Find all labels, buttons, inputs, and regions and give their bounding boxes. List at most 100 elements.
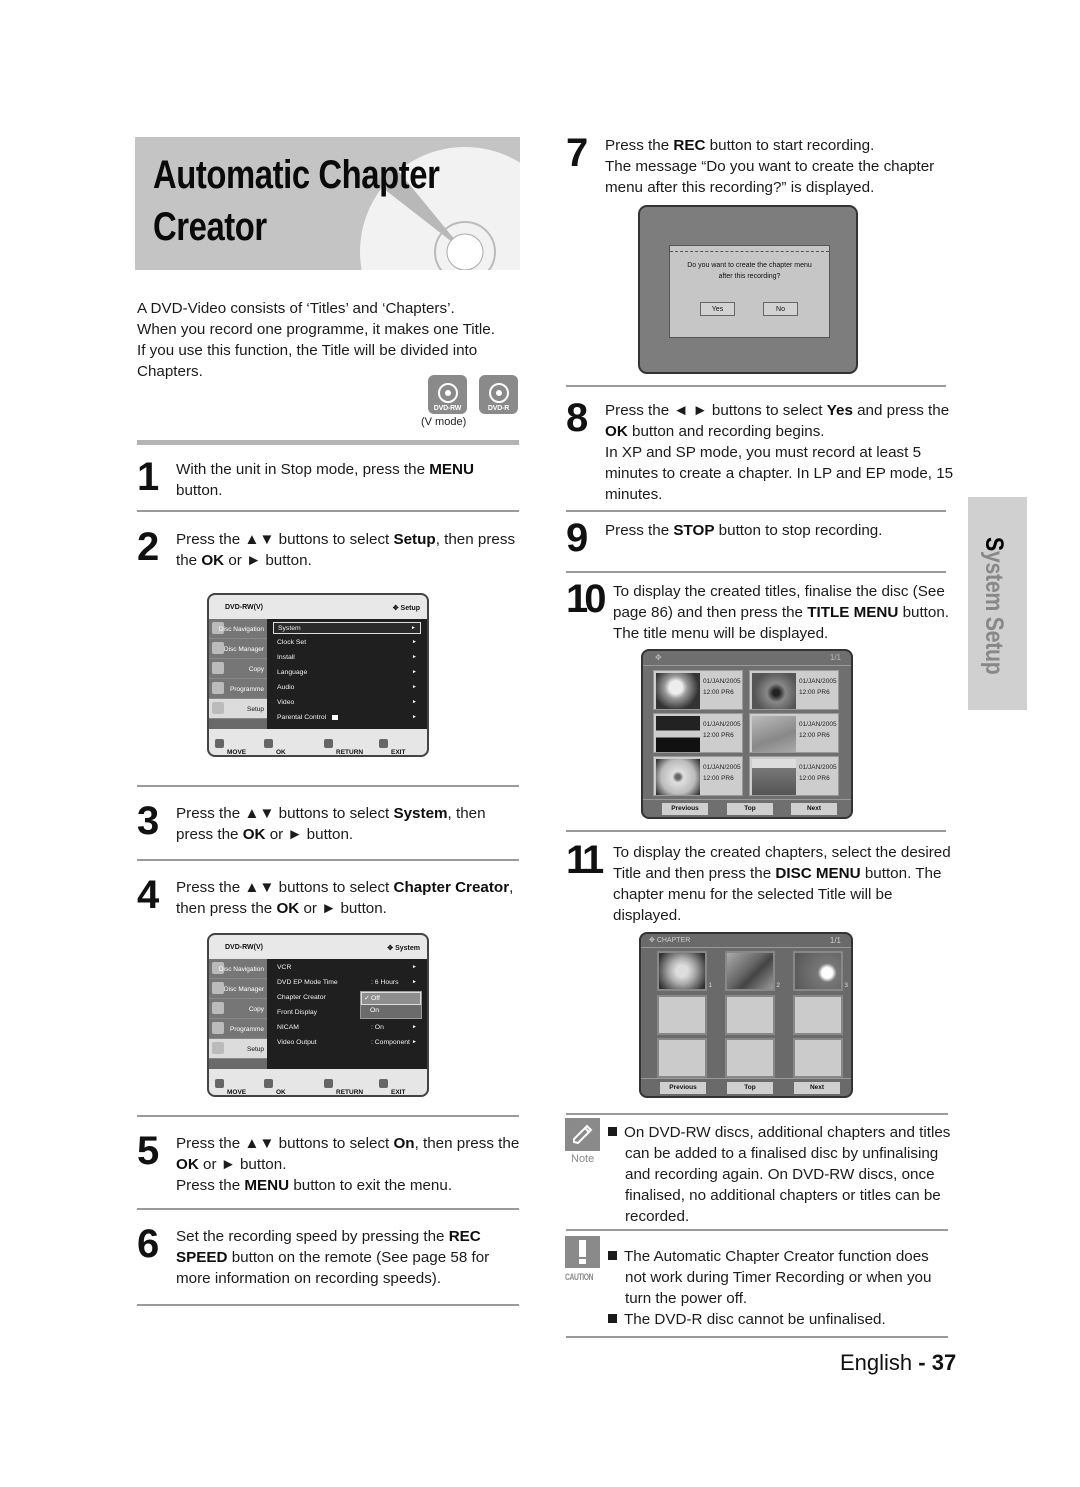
- menu-item-language[interactable]: Language ►: [273, 667, 421, 679]
- dialog-message: Do you want to create the chapter menu af…: [687, 262, 812, 280]
- menu-item-video-output[interactable]: Video Output: Component ►: [273, 1037, 421, 1049]
- next-button[interactable]: Next: [794, 1082, 840, 1094]
- chapter-menu-label: ✥ CHAPTER: [649, 937, 691, 944]
- section-label: ✥ Setup: [392, 605, 420, 612]
- title-item[interactable]: 01/JAN/2005 12:00 PR6: [749, 670, 839, 710]
- yes-button[interactable]: Yes: [700, 302, 735, 316]
- disc-type-label: DVD-RW(V): [225, 604, 263, 611]
- arrow-right-icon: ►: [412, 669, 417, 675]
- note-pencil-icon: [565, 1118, 600, 1151]
- menu-item-install[interactable]: Install ►: [273, 652, 421, 664]
- divider: [137, 859, 519, 861]
- empty-chapter-slot: [793, 1038, 843, 1078]
- osd-sidebar: Disc Navigation Disc Manager Copy Progra…: [209, 959, 267, 1071]
- arrow-right-icon: ►: [412, 979, 417, 985]
- title-banner: Automatic Chapter Creator: [135, 137, 520, 270]
- disc-manager-icon: [212, 982, 224, 994]
- menu-item-video[interactable]: Video ►: [273, 697, 421, 709]
- title-item[interactable]: 01/JAN/2005 12:00 PR6: [653, 670, 743, 710]
- top-button[interactable]: Top: [727, 1082, 773, 1094]
- divider: [137, 785, 519, 787]
- empty-chapter-slot: [725, 1038, 775, 1078]
- chapter-item[interactable]: 2: [725, 951, 780, 991]
- chapter-menu-dialog: Do you want to create the chapter menu af…: [669, 245, 830, 338]
- section-tab-label: System Setup: [980, 537, 1008, 675]
- page-indicator: 1/1: [829, 936, 841, 945]
- arrow-right-icon: ►: [412, 1024, 417, 1030]
- exit-key-icon: [379, 1079, 388, 1088]
- gear-icon: [212, 1042, 224, 1054]
- caution-label: CAUTION: [565, 1272, 594, 1282]
- sidebar-item-setup[interactable]: Setup: [209, 1039, 267, 1059]
- sidebar-item-programme[interactable]: Programme: [209, 1019, 267, 1039]
- section-tab: System Setup: [968, 497, 1027, 710]
- divider: [566, 1113, 948, 1115]
- note-text: On DVD-RW discs, additional chapters and…: [608, 1122, 953, 1227]
- title-thumbnail: [752, 673, 796, 709]
- disc-icon: [437, 383, 458, 403]
- chapter-item[interactable]: 3: [793, 951, 848, 991]
- sidebar-item-setup[interactable]: Setup: [209, 699, 267, 719]
- ok-key-icon: [264, 1079, 273, 1088]
- arrow-right-icon: ►: [412, 639, 417, 645]
- arrow-right-icon: ►: [412, 964, 417, 970]
- bullet-icon: [608, 1251, 617, 1260]
- divider: [137, 510, 519, 512]
- menu-item-parental-control[interactable]: Parental Control ►: [273, 712, 421, 724]
- next-button[interactable]: Next: [791, 803, 837, 815]
- menu-item-system[interactable]: System ►: [273, 622, 421, 634]
- sidebar-item-disc-manager[interactable]: Disc Manager: [209, 979, 267, 999]
- programme-icon: [212, 682, 224, 694]
- option-on[interactable]: On: [361, 1005, 421, 1018]
- menu-item-audio[interactable]: Audio ►: [273, 682, 421, 694]
- title-item[interactable]: 01/JAN/2005 12:00 PR6: [749, 713, 839, 753]
- title-thumbnail: [752, 759, 796, 795]
- chapter-item[interactable]: 1: [657, 951, 712, 991]
- title-item[interactable]: 01/JAN/2005 12:00 PR6: [749, 756, 839, 796]
- empty-chapter-slot: [725, 995, 775, 1035]
- checkmark-icon: ✓: [364, 995, 370, 1002]
- menu-item-clock-set[interactable]: Clock Set ►: [273, 637, 421, 649]
- title-thumbnail: [656, 716, 700, 752]
- sidebar-item-copy[interactable]: Copy: [209, 999, 267, 1019]
- intro-text: A DVD-Video consists of ‘Titles’ and ‘Ch…: [137, 300, 495, 380]
- top-button[interactable]: Top: [727, 803, 773, 815]
- arrow-right-icon: ►: [412, 699, 417, 705]
- lock-open-icon: [332, 715, 339, 720]
- title-menu-screen: ✥ 1/1 01/JAN/2005 12:00 PR6 01/JAN/2005 12:…: [641, 649, 853, 819]
- chapter-dialog-screen: Do you want to create the chapter menu af…: [638, 205, 858, 374]
- page-number: English - 37: [840, 1350, 957, 1375]
- sidebar-item-disc-navigation[interactable]: Disc Navigation: [209, 619, 267, 639]
- previous-button[interactable]: Previous: [662, 803, 708, 815]
- menu-item-vcr[interactable]: VCR ►: [273, 962, 421, 974]
- caution-exclamation-icon: [565, 1236, 600, 1268]
- empty-chapter-slot: [657, 1038, 707, 1078]
- caution-text: The Automatic Chapter Creator function d…: [608, 1246, 953, 1330]
- menu-item-dvd-ep-mode-time[interactable]: DVD EP Mode Time: 6 Hours ►: [273, 977, 421, 989]
- dvd-rw-badge: DVD-RW: [428, 375, 467, 414]
- copy-icon: [212, 1002, 224, 1014]
- menu-item-nicam[interactable]: NICAM: On ►: [273, 1022, 421, 1034]
- no-button[interactable]: No: [763, 302, 798, 316]
- title-item[interactable]: 01/JAN/2005 12:00 PR6: [653, 713, 743, 753]
- bullet-icon: [608, 1314, 617, 1323]
- sidebar-item-disc-navigation[interactable]: Disc Navigation: [209, 959, 267, 979]
- setup-menu-screen: DVD-RW(V) ✥ Setup Disc Navigation Disc Ma…: [207, 593, 429, 757]
- return-key-icon: [324, 1079, 333, 1088]
- note-label: Note: [571, 1153, 595, 1165]
- section-label: ✥ System: [387, 945, 420, 952]
- bullet-icon: [608, 1127, 617, 1136]
- option-off[interactable]: ✓ Off: [361, 992, 421, 1005]
- sidebar-item-disc-manager[interactable]: Disc Manager: [209, 639, 267, 659]
- sidebar-item-programme[interactable]: Programme: [209, 679, 267, 699]
- v-mode-label: (V mode): [421, 416, 467, 428]
- osd-footer: MOVE OK RETURN EXIT: [209, 729, 427, 755]
- sidebar-item-copy[interactable]: Copy: [209, 659, 267, 679]
- title-item[interactable]: 01/JAN/2005 12:00 PR6: [653, 756, 743, 796]
- divider: [566, 830, 946, 832]
- previous-button[interactable]: Previous: [660, 1082, 706, 1094]
- divider: [137, 1304, 519, 1306]
- page-indicator: 1/1: [829, 653, 841, 662]
- exit-key-icon: [379, 739, 388, 748]
- system-menu-screen: DVD-RW(V) ✥ System Disc Navigation Disc M…: [207, 933, 429, 1097]
